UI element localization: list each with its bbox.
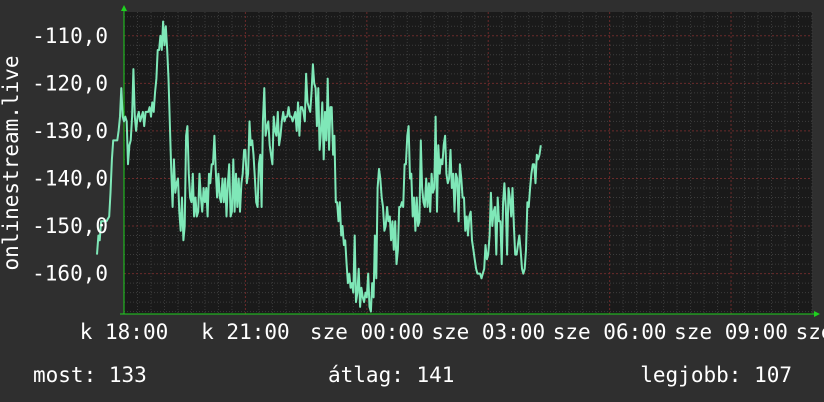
stat-best-value: 107 [754,363,792,387]
y-axis-label: onlinestream.live [0,56,23,271]
stat-best: legjobb: 107 [640,363,792,387]
stat-best-label: legjobb: [640,363,742,387]
stat-current-label: most: [33,363,97,387]
y-tick-label: -140,0 [32,166,108,190]
x-tick-labels: k 18:00 k 21:00 sze 00:00 sze 03:00 sze 06:0… [80,320,824,344]
x-tick-label: sze 03:00 [431,320,545,344]
y-axis-arrow [121,5,127,11]
x-tick-label: k 18:00 [80,320,169,344]
x-tick-label: sze 00:00 [310,320,424,344]
x-tick-label: k 21:00 [201,320,290,344]
stat-average-label: átlag: [328,363,404,387]
x-tick-label: sze 09:00 [674,320,788,344]
stat-average-value: 141 [416,363,455,387]
stat-average: átlag: 141 [328,363,454,387]
x-tick-label: sze 06:00 [553,320,667,344]
y-tick-label: -150,0 [32,214,108,238]
y-tick-label: -120,0 [32,71,108,95]
x-tick-label: sze 12:00 [796,320,824,344]
stat-current-value: 133 [108,363,147,387]
stat-current: most: 133 [33,363,147,387]
y-tick-label: -130,0 [32,119,108,143]
y-tick-label: -160,0 [32,262,108,286]
y-tick-label: -110,0 [32,24,108,48]
plot-area [124,12,812,314]
x-axis-arrow [814,311,820,317]
rrd-graph: -110,0 -120,0 -130,0 -140,0 -150,0 -160,0 k 1… [0,0,824,402]
line-chart: -110,0 -120,0 -130,0 -140,0 -150,0 -160,0 k 1… [0,5,824,344]
